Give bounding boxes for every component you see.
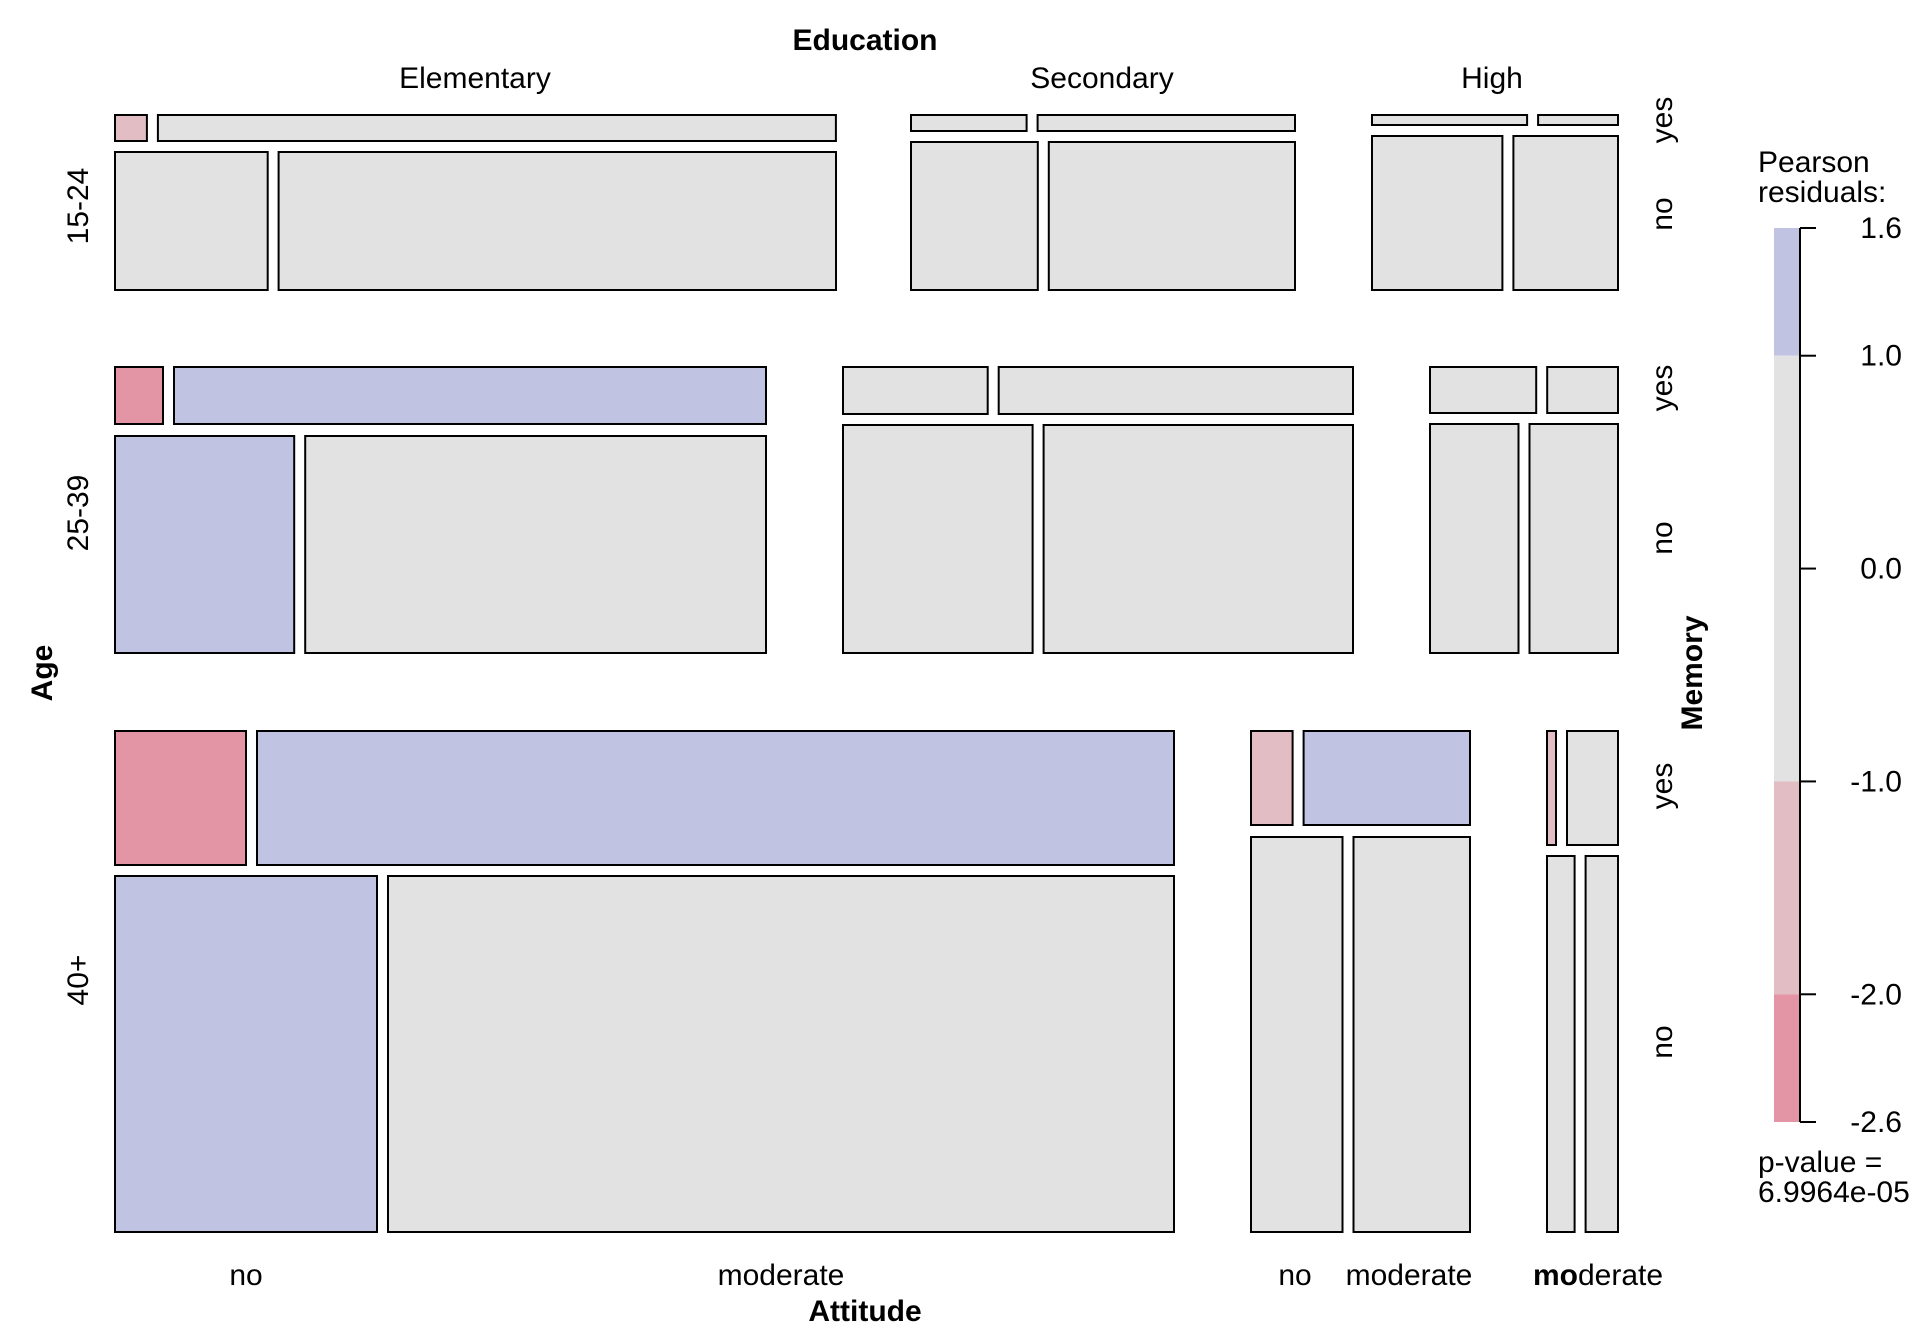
mosaic-tile bbox=[277, 151, 838, 291]
mosaic-tile bbox=[1429, 366, 1538, 414]
mosaic-tile bbox=[1302, 730, 1471, 826]
mosaic-tile bbox=[1371, 135, 1504, 291]
mosaic-tile bbox=[1042, 424, 1354, 654]
legend-pvalue-line2: 6.9964e-05 bbox=[1758, 1176, 1910, 1209]
legend-tick-label: 1.6 bbox=[1860, 212, 1902, 245]
mosaic-tile bbox=[1566, 730, 1619, 846]
mosaic-tile bbox=[1528, 423, 1619, 654]
mosaic-plot: Education Attitude Age Memory Elementary… bbox=[26, 24, 1910, 1328]
mosaic-tile bbox=[387, 875, 1175, 1233]
right-variable-title: Memory bbox=[1676, 615, 1709, 730]
memory-label-no-25-39: no bbox=[1646, 521, 1679, 554]
mosaic-tile bbox=[1047, 141, 1297, 291]
mosaic-tile bbox=[256, 730, 1175, 866]
age-label-15-24: 15-24 bbox=[62, 168, 95, 245]
memory-label-no-15-24: no bbox=[1646, 197, 1679, 230]
mosaic-tile bbox=[114, 151, 269, 291]
mosaic-tile bbox=[910, 141, 1039, 291]
legend-ticks: 1.6 1.0 0.0 -1.0 -2.0 -2.6 bbox=[1800, 212, 1902, 1139]
attitude-label-no-secondary: no bbox=[1278, 1259, 1311, 1292]
attitude-label-moderate-high: moderate bbox=[1533, 1259, 1663, 1292]
mosaic-tile bbox=[173, 366, 767, 425]
legend-tick-label: -1.0 bbox=[1850, 765, 1902, 798]
memory-label-yes-40-plus: yes bbox=[1646, 763, 1679, 810]
mosaic-tile bbox=[156, 114, 837, 142]
mosaic-tile bbox=[997, 366, 1354, 415]
mosaic-tile bbox=[842, 366, 989, 415]
attitude-label-moderate-elementary: moderate bbox=[718, 1259, 845, 1292]
education-label-high: High bbox=[1461, 62, 1523, 95]
mosaic-tile bbox=[114, 366, 164, 425]
mosaic-tile bbox=[910, 114, 1028, 132]
mosaic-tile bbox=[1537, 114, 1619, 126]
mosaic-tile bbox=[1429, 423, 1520, 654]
mosaic-tile bbox=[1546, 366, 1619, 414]
legend-tick-label: -2.0 bbox=[1850, 978, 1902, 1011]
legend-tick-label: -2.6 bbox=[1850, 1106, 1902, 1139]
mosaic-tile bbox=[114, 730, 247, 866]
legend-band bbox=[1774, 355, 1800, 782]
age-label-25-39: 25-39 bbox=[62, 475, 95, 552]
memory-label-yes-15-24: yes bbox=[1646, 97, 1679, 144]
attitude-label-regular-part: derate bbox=[1578, 1259, 1663, 1292]
legend-pvalue-line1: p-value = bbox=[1758, 1146, 1882, 1179]
legend-band bbox=[1774, 781, 1800, 995]
mosaic-tile bbox=[114, 114, 148, 142]
legend-band bbox=[1774, 994, 1800, 1122]
mosaic-tile bbox=[1250, 730, 1294, 826]
legend-band bbox=[1774, 228, 1800, 356]
mosaic-tile bbox=[1546, 855, 1576, 1233]
mosaic-tile bbox=[1250, 836, 1344, 1233]
legend-title-line2: residuals: bbox=[1758, 176, 1886, 209]
mosaic-tile bbox=[1584, 855, 1619, 1233]
legend-tick-label: 0.0 bbox=[1860, 553, 1902, 586]
legend-tick-label: 1.0 bbox=[1860, 340, 1902, 373]
mosaic-tile bbox=[1371, 114, 1529, 126]
mosaic-tile bbox=[114, 875, 378, 1233]
legend-color-bands bbox=[1774, 228, 1801, 1122]
education-label-secondary: Secondary bbox=[1030, 62, 1173, 95]
memory-label-no-40-plus: no bbox=[1646, 1025, 1679, 1058]
age-label-40-plus: 40+ bbox=[62, 955, 95, 1006]
attitude-label-no-elementary: no bbox=[229, 1259, 262, 1292]
residual-legend: Pearson residuals: 1.6 1.0 0.0 -1.0 -2.0 -2.6… bbox=[1758, 146, 1910, 1209]
attitude-label-bold-part: mo bbox=[1533, 1259, 1578, 1292]
bottom-variable-title: Attitude bbox=[808, 1295, 921, 1328]
top-variable-title: Education bbox=[792, 24, 937, 57]
mosaic-tile bbox=[1352, 836, 1471, 1233]
mosaic-tile bbox=[1546, 730, 1557, 846]
mosaic-tile bbox=[304, 435, 767, 654]
mosaic-tiles bbox=[114, 114, 1620, 1233]
legend-title-line1: Pearson bbox=[1758, 146, 1870, 179]
mosaic-tile bbox=[1036, 114, 1296, 132]
memory-label-yes-25-39: yes bbox=[1646, 365, 1679, 412]
attitude-label-moderate-secondary: moderate bbox=[1346, 1259, 1473, 1292]
mosaic-tile bbox=[842, 424, 1034, 654]
mosaic-tile bbox=[1512, 135, 1620, 291]
left-variable-title: Age bbox=[26, 645, 59, 702]
education-label-elementary: Elementary bbox=[399, 62, 551, 95]
mosaic-tile bbox=[114, 435, 296, 654]
